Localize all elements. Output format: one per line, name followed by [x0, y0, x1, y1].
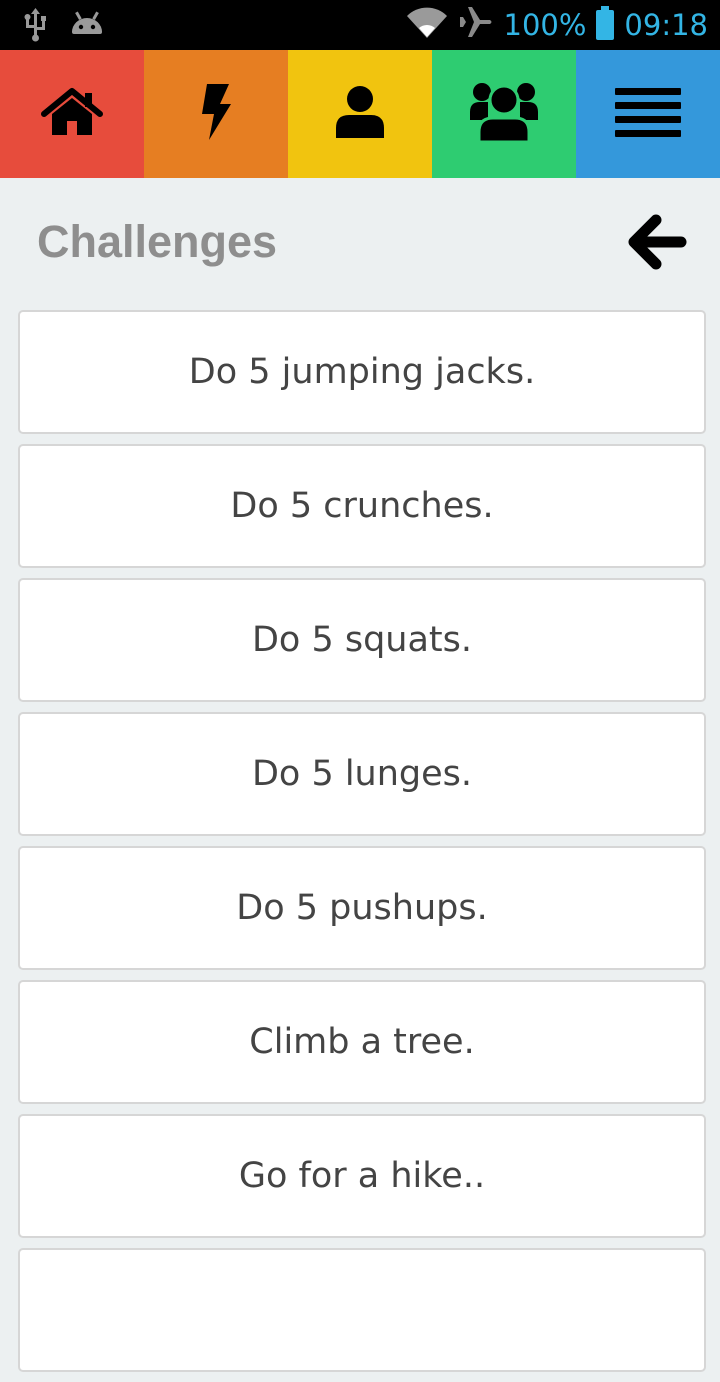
- page-title: Challenges: [37, 216, 278, 267]
- clock: 09:18: [624, 8, 708, 42]
- airplane-icon: [458, 5, 494, 46]
- challenge-list: Do 5 jumping jacks. Do 5 crunches. Do 5 …: [18, 310, 706, 1382]
- group-icon: [469, 80, 539, 148]
- challenge-item[interactable]: [18, 1248, 706, 1372]
- challenge-item[interactable]: Do 5 pushups.: [18, 846, 706, 970]
- nav-tab-challenges[interactable]: [144, 50, 288, 178]
- android-icon: [70, 8, 104, 46]
- menu-icon: [615, 86, 681, 142]
- challenge-item[interactable]: Climb a tree.: [18, 980, 706, 1104]
- back-button[interactable]: [626, 212, 690, 272]
- usb-icon: [22, 8, 50, 46]
- nav-tab-home[interactable]: [0, 50, 144, 178]
- arrow-left-icon: [626, 214, 690, 276]
- battery-percent: 100%: [503, 8, 587, 42]
- nav-tab-friends[interactable]: [432, 50, 576, 178]
- wifi-icon: [406, 6, 448, 45]
- nav-tab-menu[interactable]: [576, 50, 720, 178]
- nav-bar: [0, 50, 720, 178]
- nav-tab-profile[interactable]: [288, 50, 432, 178]
- challenge-item[interactable]: Do 5 crunches.: [18, 444, 706, 568]
- home-icon: [41, 87, 103, 141]
- battery-icon: [596, 6, 615, 40]
- user-icon: [334, 84, 386, 144]
- challenge-item[interactable]: Do 5 squats.: [18, 578, 706, 702]
- challenge-item[interactable]: Go for a hike..: [18, 1114, 706, 1238]
- challenge-item[interactable]: Do 5 lunges.: [18, 712, 706, 836]
- challenge-item[interactable]: Do 5 jumping jacks.: [18, 310, 706, 434]
- page-header: Challenges: [0, 178, 720, 310]
- status-bar: 100% 09:18: [0, 0, 720, 50]
- lightning-icon: [199, 82, 233, 146]
